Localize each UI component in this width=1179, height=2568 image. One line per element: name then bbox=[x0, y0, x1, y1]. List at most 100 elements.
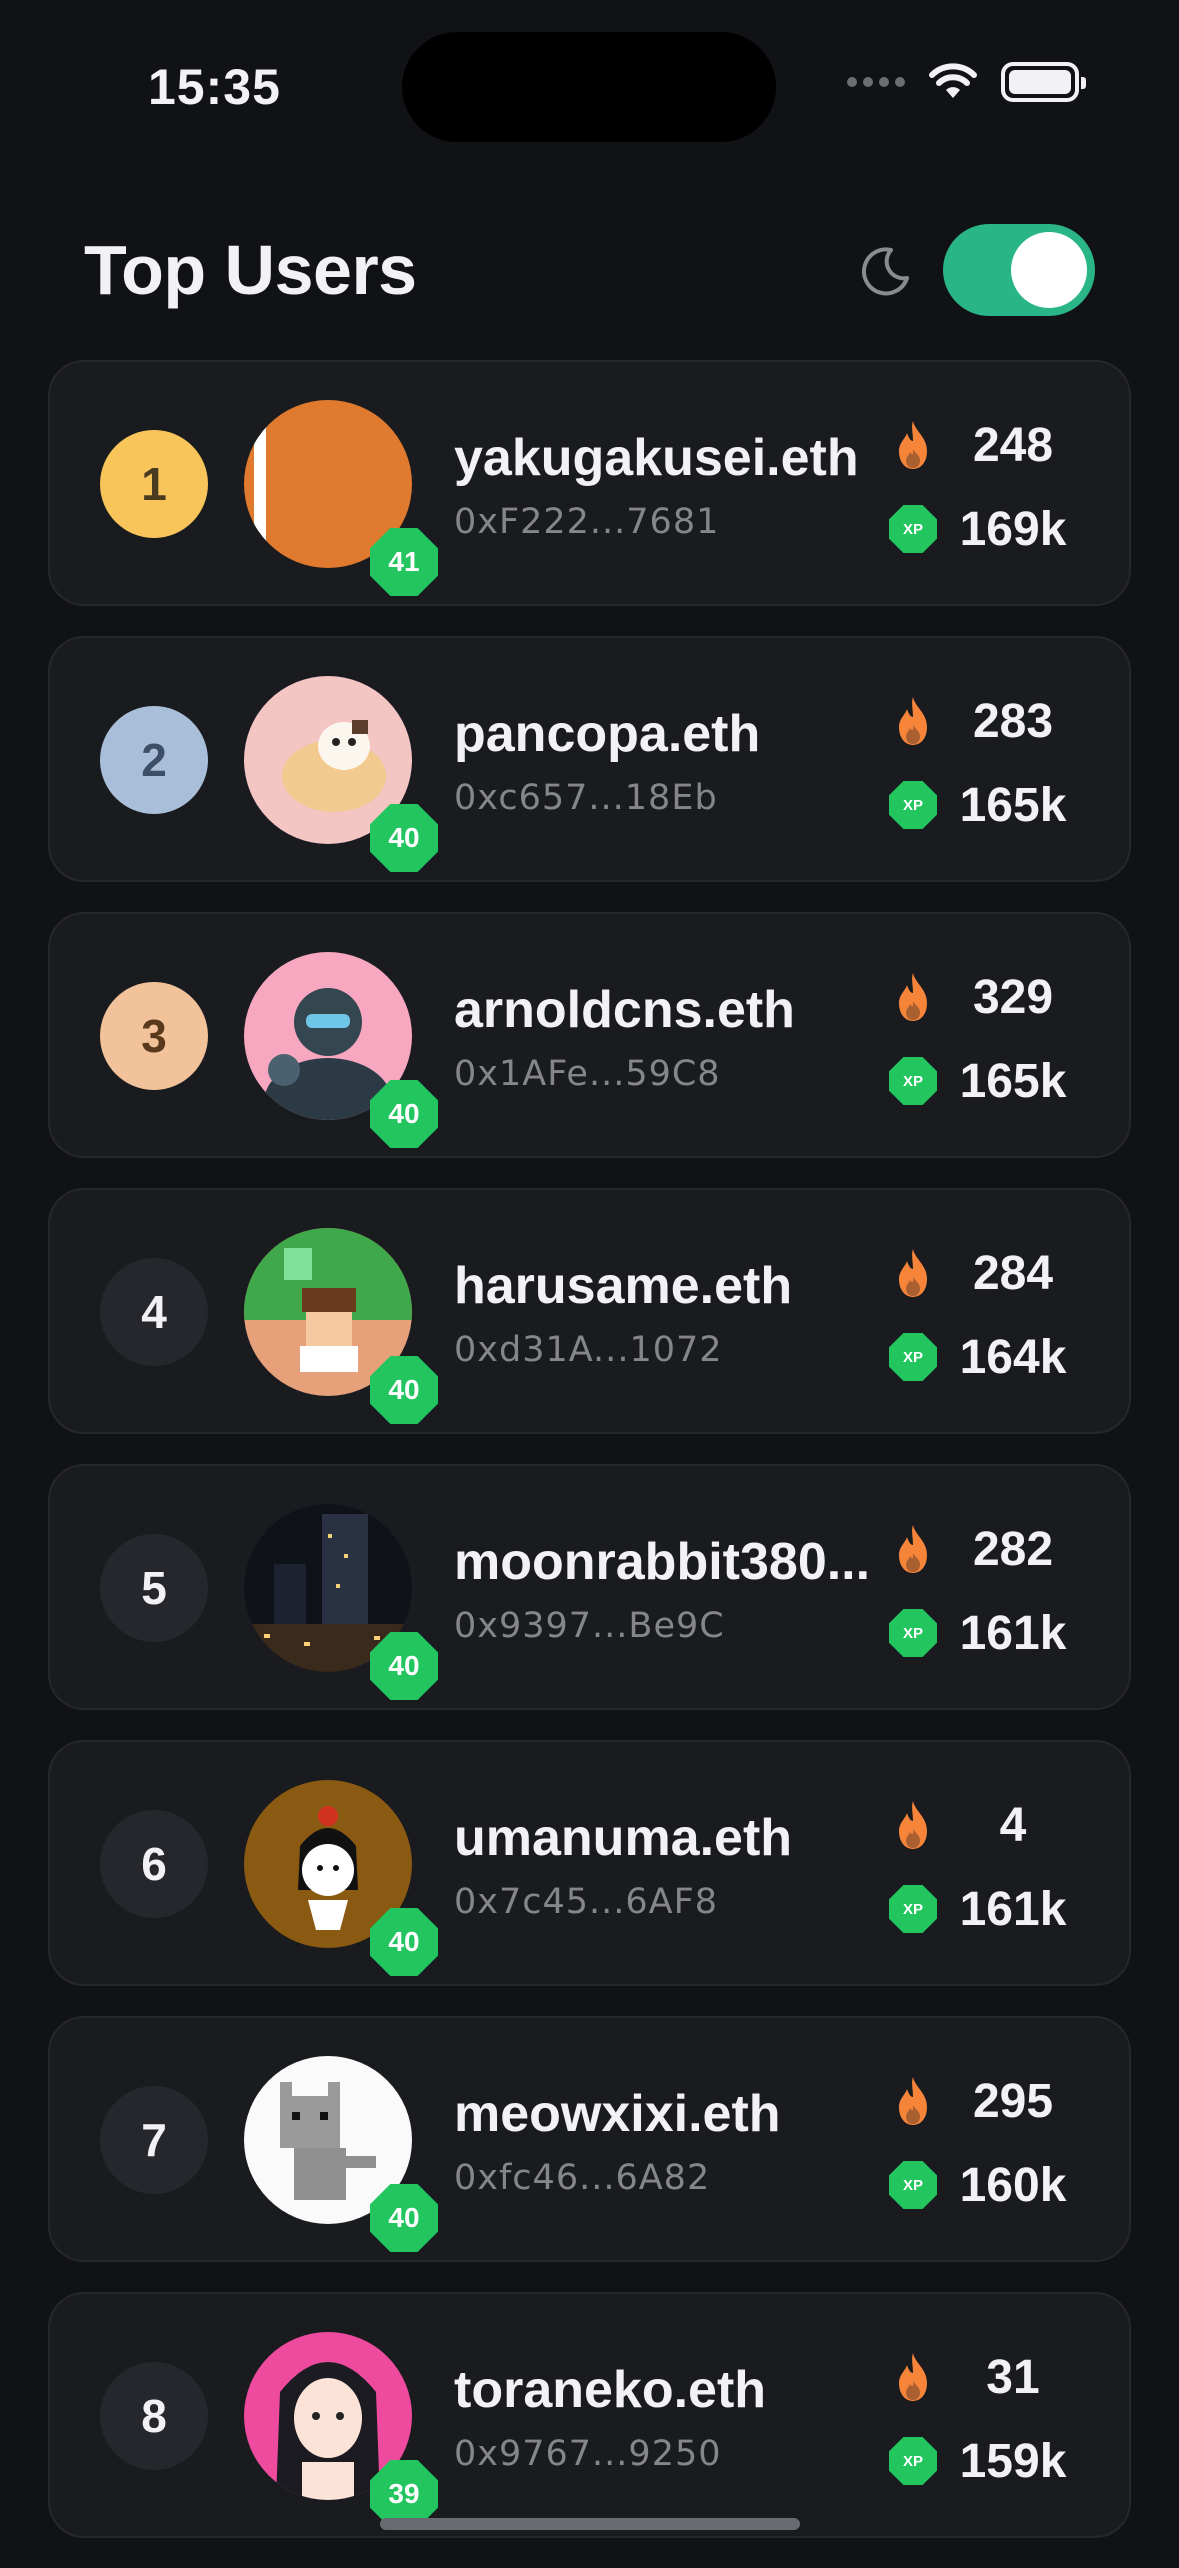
user-name: harusame.eth bbox=[454, 1257, 793, 1315]
flame-icon bbox=[887, 1247, 939, 1299]
rank-badge: 4 bbox=[100, 1258, 208, 1366]
level-badge: 41 bbox=[370, 528, 438, 596]
streak-value: 284 bbox=[972, 1246, 1054, 1300]
rank-badge: 7 bbox=[100, 2086, 208, 2194]
avatar-wrap: 40 bbox=[244, 1780, 438, 1976]
battery-icon bbox=[1001, 62, 1086, 102]
streak-value: 283 bbox=[972, 694, 1054, 748]
avatar-wrap: 40 bbox=[244, 952, 438, 1148]
wallet-address: 0x7c45...6AF8 bbox=[454, 1882, 719, 1922]
wallet-address: 0x9767...9250 bbox=[454, 2434, 722, 2474]
wallet-address: 0x9397...Be9C bbox=[454, 1606, 725, 1646]
moon-icon bbox=[862, 247, 909, 296]
user-card[interactable]: 2 40 pancopa.eth 0xc657...18Eb 283 XP 16… bbox=[48, 636, 1131, 882]
wallet-address: 0xF222...7681 bbox=[454, 502, 720, 542]
rank-badge: 1 bbox=[100, 430, 208, 538]
user-stats: 329 XP 165k bbox=[887, 964, 1077, 1132]
streak-value: 31 bbox=[986, 2350, 1040, 2404]
rank-badge: 2 bbox=[100, 706, 208, 814]
flame-icon bbox=[887, 2075, 939, 2127]
dynamic-island bbox=[402, 32, 776, 142]
wallet-address: 0xfc46...6A82 bbox=[454, 2158, 711, 2198]
xp-value: 165k bbox=[959, 778, 1067, 832]
xp-icon: XP bbox=[889, 2161, 937, 2209]
user-stats: 248 XP 169k bbox=[887, 412, 1077, 580]
user-name: yakugakusei.eth bbox=[454, 429, 859, 487]
streak-value: 4 bbox=[999, 1798, 1027, 1852]
wallet-address: 0xc657...18Eb bbox=[454, 778, 718, 818]
user-stats: 4 XP 161k bbox=[887, 1792, 1077, 1960]
flame-icon bbox=[887, 1799, 939, 1851]
user-name: pancopa.eth bbox=[454, 705, 761, 763]
rank-badge: 3 bbox=[100, 982, 208, 1090]
streak-value: 282 bbox=[972, 1522, 1054, 1576]
xp-icon: XP bbox=[889, 1057, 937, 1105]
xp-icon: XP bbox=[889, 1885, 937, 1933]
xp-value: 164k bbox=[959, 1330, 1067, 1384]
streak-value: 248 bbox=[972, 418, 1054, 472]
xp-stat: XP 165k bbox=[887, 772, 1077, 838]
avatar-wrap: 40 bbox=[244, 2056, 438, 2252]
user-name: toraneko.eth bbox=[454, 2361, 767, 2419]
avatar-wrap: 40 bbox=[244, 1228, 438, 1424]
flame-icon bbox=[887, 971, 939, 1023]
toggle-knob bbox=[1011, 232, 1087, 308]
wifi-icon bbox=[929, 63, 977, 98]
xp-value: 169k bbox=[959, 502, 1067, 556]
leaderboard-list: 1 41 yakugakusei.eth 0xF222...7681 248 X… bbox=[48, 360, 1131, 2568]
user-card[interactable]: 3 40 arnoldcns.eth 0x1AFe...59C8 329 XP … bbox=[48, 912, 1131, 1158]
flame-icon bbox=[887, 1523, 939, 1575]
flame-icon bbox=[887, 695, 939, 747]
cellular-signal-icon bbox=[847, 77, 905, 87]
streak-stat: 329 bbox=[887, 964, 1077, 1030]
xp-icon: XP bbox=[889, 781, 937, 829]
rank-badge: 6 bbox=[100, 1810, 208, 1918]
xp-icon: XP bbox=[889, 2437, 937, 2485]
status-bar: 15:35 bbox=[0, 0, 1179, 180]
xp-value: 165k bbox=[959, 1054, 1067, 1108]
streak-stat: 295 bbox=[887, 2068, 1077, 2134]
home-indicator bbox=[380, 2518, 800, 2530]
streak-stat: 284 bbox=[887, 1240, 1077, 1306]
user-stats: 282 XP 161k bbox=[887, 1516, 1077, 1684]
avatar-wrap: 40 bbox=[244, 1504, 438, 1700]
streak-value: 329 bbox=[972, 970, 1054, 1024]
xp-stat: XP 159k bbox=[887, 2428, 1077, 2494]
xp-icon: XP bbox=[889, 1333, 937, 1381]
level-badge: 40 bbox=[370, 804, 438, 872]
flame-icon bbox=[887, 419, 939, 471]
user-card[interactable]: 6 40 umanuma.eth 0x7c45...6AF8 4 XP 161k bbox=[48, 1740, 1131, 1986]
xp-value: 161k bbox=[959, 1882, 1067, 1936]
avatar-wrap: 41 bbox=[244, 400, 438, 596]
page-header: Top Users bbox=[84, 220, 1095, 320]
streak-stat: 248 bbox=[887, 412, 1077, 478]
dark-mode-toggle[interactable] bbox=[943, 224, 1095, 316]
flame-icon bbox=[887, 2351, 939, 2403]
user-card[interactable]: 5 40 moonrabbit380... 0x9397...Be9C 282 … bbox=[48, 1464, 1131, 1710]
user-stats: 295 XP 160k bbox=[887, 2068, 1077, 2236]
user-name: umanuma.eth bbox=[454, 1809, 793, 1867]
user-name: moonrabbit380... bbox=[454, 1533, 871, 1591]
streak-stat: 31 bbox=[887, 2344, 1077, 2410]
streak-stat: 283 bbox=[887, 688, 1077, 754]
rank-badge: 5 bbox=[100, 1534, 208, 1642]
user-card[interactable]: 7 40 meowxixi.eth 0xfc46...6A82 295 XP 1… bbox=[48, 2016, 1131, 2262]
user-stats: 31 XP 159k bbox=[887, 2344, 1077, 2512]
user-card[interactable]: 8 39 toraneko.eth 0x9767...9250 31 XP 15… bbox=[48, 2292, 1131, 2538]
avatar-wrap: 40 bbox=[244, 676, 438, 872]
wallet-address: 0x1AFe...59C8 bbox=[454, 1054, 721, 1094]
user-card[interactable]: 4 40 harusame.eth 0xd31A...1072 284 XP 1… bbox=[48, 1188, 1131, 1434]
rank-badge: 8 bbox=[100, 2362, 208, 2470]
xp-stat: XP 169k bbox=[887, 496, 1077, 562]
xp-icon: XP bbox=[889, 505, 937, 553]
xp-stat: XP 164k bbox=[887, 1324, 1077, 1390]
avatar-wrap: 39 bbox=[244, 2332, 438, 2528]
user-name: meowxixi.eth bbox=[454, 2085, 781, 2143]
user-card[interactable]: 1 41 yakugakusei.eth 0xF222...7681 248 X… bbox=[48, 360, 1131, 606]
page-title: Top Users bbox=[84, 231, 417, 309]
user-stats: 284 XP 164k bbox=[887, 1240, 1077, 1408]
xp-value: 159k bbox=[959, 2434, 1067, 2488]
streak-value: 295 bbox=[972, 2074, 1054, 2128]
streak-stat: 4 bbox=[887, 1792, 1077, 1858]
user-stats: 283 XP 165k bbox=[887, 688, 1077, 856]
